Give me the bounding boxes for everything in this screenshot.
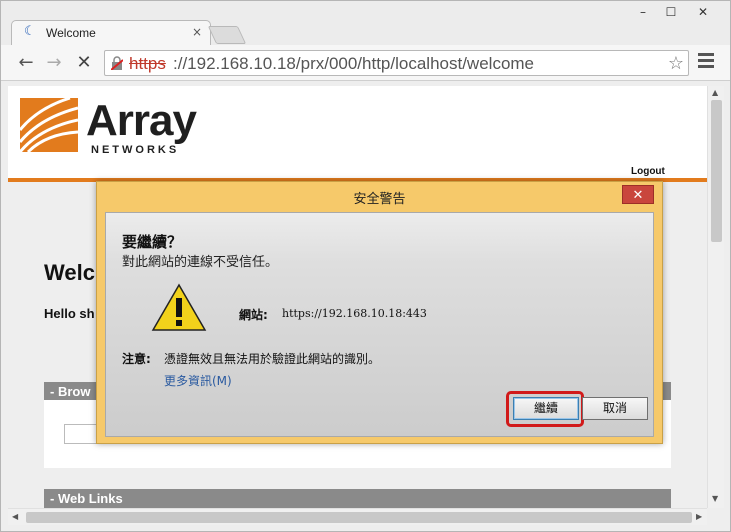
url-path: ://192.168.10.18/prx/000/http/localhost/…: [173, 54, 535, 73]
hello-text: Hello sh: [44, 306, 95, 321]
continue-button[interactable]: 繼續: [513, 397, 579, 420]
note-label: 注意:: [122, 352, 151, 366]
insecure-lock-icon: [111, 56, 123, 70]
forward-button[interactable]: →: [43, 53, 65, 73]
loading-icon: ☾: [24, 24, 36, 39]
horizontal-scrollbar[interactable]: ◀ ▶: [8, 508, 707, 525]
address-bar[interactable]: https ://192.168.10.18/prx/000/http/loca…: [104, 50, 689, 76]
minimize-button[interactable]: –: [631, 5, 655, 19]
hamburger-menu-icon[interactable]: [698, 53, 714, 69]
back-button[interactable]: ←: [15, 53, 37, 73]
title-bar: ☾ Welcome × – ☐ ✕: [1, 1, 730, 46]
security-warning-dialog: 安全警告 ✕ 要繼續？ 對此網站的連線不受信任。 網站: https://192…: [96, 181, 663, 444]
logout-link[interactable]: Logout: [631, 166, 665, 177]
dialog-close-button[interactable]: ✕: [622, 185, 654, 204]
vertical-scroll-thumb[interactable]: [711, 100, 722, 242]
stop-button[interactable]: ✕: [73, 53, 95, 73]
dialog-subheading: 對此網站的連線不受信任。: [122, 255, 279, 270]
more-info-link[interactable]: 更多資訊(M): [164, 372, 232, 389]
weblinks-section-header[interactable]: - Web Links: [44, 489, 671, 508]
welcome-heading: Welc: [44, 260, 95, 285]
browser-window: ☾ Welcome × – ☐ ✕ ← → ✕ https ://192.168…: [0, 0, 731, 532]
dialog-title: 安全警告: [353, 192, 406, 207]
logo-subtitle: NETWORKS: [91, 144, 180, 156]
scroll-left-icon[interactable]: ◀: [12, 512, 18, 521]
vertical-scrollbar[interactable]: ▲ ▼: [707, 86, 724, 508]
scroll-right-icon[interactable]: ▶: [696, 512, 702, 521]
tab-close-icon[interactable]: ×: [192, 25, 202, 39]
new-tab-button[interactable]: [207, 26, 247, 44]
url-scheme: https: [129, 54, 166, 73]
site-value: https://192.168.10.18:443: [282, 307, 427, 320]
scroll-down-icon[interactable]: ▼: [712, 494, 718, 503]
maximize-button[interactable]: ☐: [659, 5, 683, 19]
tab-welcome[interactable]: ☾ Welcome ×: [11, 20, 211, 46]
window-close-button[interactable]: ✕: [691, 5, 715, 19]
browser-toolbar: ← → ✕ https ://192.168.10.18/prx/000/htt…: [1, 45, 730, 81]
warning-icon: [151, 283, 207, 331]
site-label: 網站:: [239, 308, 268, 322]
horizontal-scroll-thumb[interactable]: [26, 512, 692, 523]
tab-title: Welcome: [46, 26, 96, 40]
note-text: 憑證無效且無法用於驗證此網站的識別。: [164, 352, 381, 366]
logo-wordmark: Array: [86, 96, 197, 145]
dialog-body: 要繼續？ 對此網站的連線不受信任。 網站: https://192.168.10…: [105, 212, 654, 437]
cancel-button[interactable]: 取消: [582, 397, 648, 420]
dialog-heading: 要繼續？: [122, 233, 183, 251]
logo-swoosh-icon: [20, 98, 78, 152]
scroll-up-icon[interactable]: ▲: [712, 88, 718, 97]
array-networks-logo: Array NETWORKS: [20, 96, 220, 156]
bookmark-star-icon[interactable]: ☆: [668, 53, 684, 74]
